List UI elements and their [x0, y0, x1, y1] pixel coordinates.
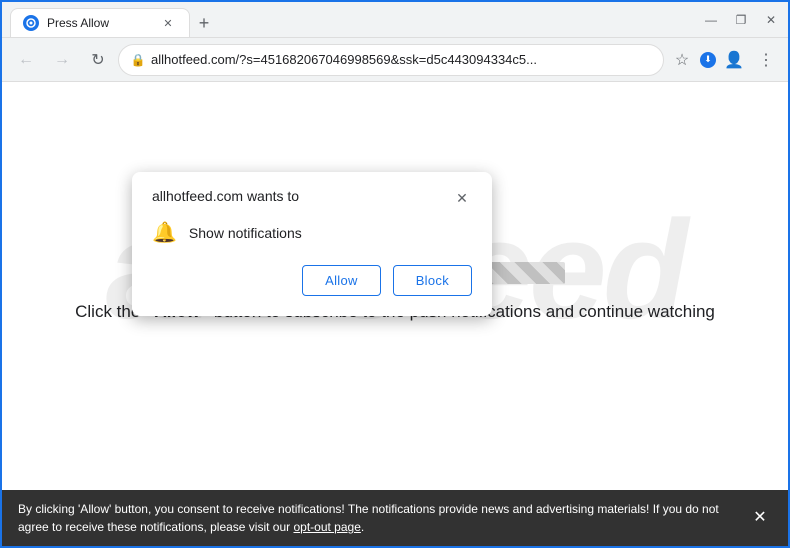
account-button[interactable]: 👤 — [720, 46, 748, 74]
tab-close-button[interactable]: ✕ — [159, 14, 177, 32]
bookmark-button[interactable]: ☆ — [668, 46, 696, 74]
address-text: allhotfeed.com/?s=451682067046998569&ssk… — [151, 52, 651, 67]
address-bar[interactable]: 🔒 allhotfeed.com/?s=451682067046998569&s… — [118, 44, 664, 76]
popup-notification-text: Show notifications — [189, 225, 302, 241]
bottom-bar-text: By clicking 'Allow' button, you consent … — [18, 500, 736, 536]
reload-button[interactable]: ↻ — [82, 44, 114, 76]
title-bar: Press Allow ✕ + — ❐ ✕ — [2, 2, 788, 38]
popup-title: allhotfeed.com wants to — [152, 188, 299, 204]
maximize-button[interactable]: ❐ — [732, 11, 750, 29]
allow-button[interactable]: Allow — [302, 265, 381, 296]
popup-buttons: Allow Block — [152, 265, 472, 296]
window-controls: — ❐ ✕ — [702, 11, 780, 29]
browser-window: Press Allow ✕ + — ❐ ✕ ← → — [0, 0, 790, 548]
tab-title: Press Allow — [47, 16, 109, 30]
bottom-info-bar: By clicking 'Allow' button, you consent … — [2, 490, 788, 546]
back-button[interactable]: ← — [10, 44, 42, 76]
popup-notification-row: 🔔 Show notifications — [152, 220, 472, 245]
bell-icon: 🔔 — [152, 220, 177, 245]
popup-header: allhotfeed.com wants to ✕ — [152, 188, 472, 208]
minimize-button[interactable]: — — [702, 11, 720, 29]
forward-button[interactable]: → — [46, 44, 78, 76]
menu-button[interactable]: ⋮ — [752, 46, 780, 74]
nav-bar: ← → ↻ 🔒 allhotfeed.com/?s=45168206704699… — [2, 38, 788, 82]
page-content: allhofeed Click the «Allow» button to su… — [2, 82, 788, 490]
lock-icon: 🔒 — [131, 53, 145, 67]
bottom-bar-close-button[interactable]: ✕ — [748, 506, 772, 530]
download-icon: ⬇ — [700, 52, 716, 68]
active-tab[interactable]: Press Allow ✕ — [10, 8, 190, 37]
opt-out-link[interactable]: opt-out page — [293, 520, 360, 534]
new-tab-button[interactable]: + — [190, 9, 218, 37]
notification-popup: allhotfeed.com wants to ✕ 🔔 Show notific… — [132, 172, 492, 316]
block-button[interactable]: Block — [393, 265, 472, 296]
tab-favicon — [23, 15, 39, 31]
popup-close-button[interactable]: ✕ — [452, 188, 472, 208]
tab-area: Press Allow ✕ + — [10, 2, 686, 37]
close-button[interactable]: ✕ — [762, 11, 780, 29]
